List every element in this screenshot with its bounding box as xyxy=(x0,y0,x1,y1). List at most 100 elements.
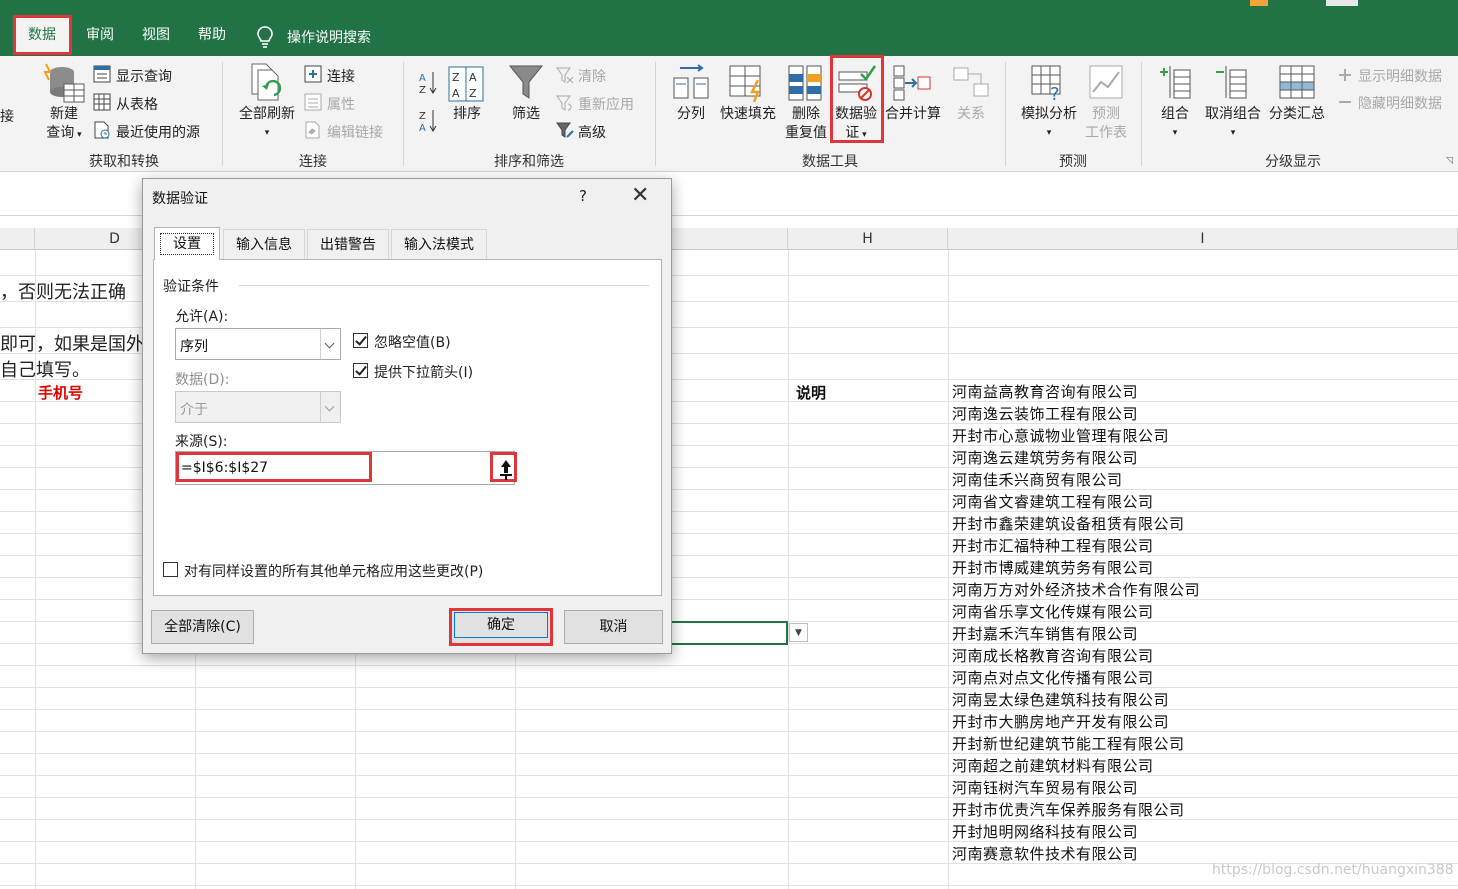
grid-row-line xyxy=(0,797,1458,798)
flash-fill-button[interactable]: 快速填充 xyxy=(718,105,778,124)
tab-settings[interactable]: 设置 xyxy=(154,227,220,260)
edit-links-button[interactable]: 编辑链接 xyxy=(327,122,383,142)
company-cell[interactable]: 开封旭明网络科技有限公司 xyxy=(952,821,1138,842)
company-cell[interactable]: 河南超之前建筑材料有限公司 xyxy=(952,755,1154,776)
sort-button[interactable]: 排序 xyxy=(448,105,486,124)
text-to-columns-icon xyxy=(673,64,709,99)
forecast-sheet-label-1: 预测 xyxy=(1092,106,1120,122)
ungroup-button[interactable]: 取消组合 ▾ xyxy=(1200,105,1266,143)
column-header-i[interactable]: I xyxy=(948,228,1458,250)
clear-button[interactable]: 清除 xyxy=(578,66,606,86)
company-cell[interactable]: 开封市大鹏房地产开发有限公司 xyxy=(952,711,1169,732)
group-button[interactable]: 组合 ▾ xyxy=(1154,105,1196,143)
reapply-icon xyxy=(556,95,572,111)
new-query-button[interactable]: 新建 查询 ▾ xyxy=(42,105,86,145)
company-cell[interactable]: 开封市博威建筑劳务有限公司 xyxy=(952,557,1154,578)
company-cell[interactable]: 开封市心意诚物业管理有限公司 xyxy=(952,425,1169,446)
company-cell[interactable]: 河南逸云装饰工程有限公司 xyxy=(952,403,1138,424)
phone-header: 手机号 xyxy=(38,384,84,402)
tab-data[interactable]: 数据 xyxy=(14,16,70,54)
ignore-blank-checkbox[interactable] xyxy=(353,333,368,348)
tab-review[interactable]: 审阅 xyxy=(78,16,122,54)
ignore-blank-label[interactable]: 忽略空值(B) xyxy=(374,332,451,352)
refresh-all-button[interactable]: 全部刷新 ▾ xyxy=(234,105,300,143)
tell-me-search[interactable]: 操作说明搜索 xyxy=(287,27,371,47)
cell-dropdown-button[interactable]: ▼ xyxy=(789,623,808,642)
sort-icon: Z AA Z xyxy=(448,66,484,102)
company-cell[interactable]: 河南省乐享文化传媒有限公司 xyxy=(952,601,1154,622)
data-validation-button[interactable]: 数据验 证 ▾ xyxy=(831,105,881,145)
company-cell[interactable]: 河南成长格教育咨询有限公司 xyxy=(952,645,1154,666)
tab-view[interactable]: 视图 xyxy=(134,16,178,54)
company-cell[interactable]: 河南省文睿建筑工程有限公司 xyxy=(952,491,1154,512)
collapse-dialog-button[interactable] xyxy=(490,452,517,482)
what-if-analysis-button[interactable]: 模拟分析 ▾ xyxy=(1016,105,1082,143)
ok-button[interactable]: 确定 xyxy=(449,608,553,646)
company-cell[interactable]: 河南赛意软件技术有限公司 xyxy=(952,843,1138,864)
company-cell[interactable]: 开封市汇福特种工程有限公司 xyxy=(952,535,1154,556)
reapply-button[interactable]: 重新应用 xyxy=(578,94,634,114)
forecast-sheet-label-2: 工作表 xyxy=(1085,125,1127,141)
apply-all-checkbox[interactable] xyxy=(163,562,178,577)
close-button[interactable]: ✕ xyxy=(631,183,649,209)
source-input[interactable]: =$I$6:$I$27 xyxy=(175,451,515,485)
connections-button[interactable]: 连接 xyxy=(327,66,355,86)
show-queries-button[interactable]: 显示查询 xyxy=(116,66,172,86)
data-validation-label-1: 数据验 xyxy=(835,106,877,122)
group-separator xyxy=(222,62,223,166)
company-cell[interactable]: 开封市鑫荣建筑设备租赁有限公司 xyxy=(952,513,1185,534)
filter-button[interactable]: 筛选 xyxy=(506,105,546,124)
properties-icon xyxy=(304,93,322,111)
company-cell[interactable]: 河南昱太绿色建筑科技有限公司 xyxy=(952,689,1169,710)
forecast-sheet-button[interactable]: 预测 工作表 xyxy=(1082,105,1130,143)
allow-select[interactable]: 序列 xyxy=(175,328,341,360)
clipped-button-label[interactable]: 接 xyxy=(0,106,14,126)
group-label-outline: 分级显示 xyxy=(1265,154,1321,170)
apply-all-label[interactable]: 对有同样设置的所有其他单元格应用这些更改(P) xyxy=(184,561,483,581)
group-separator xyxy=(655,62,656,166)
company-cell[interactable]: 开封新世纪建筑节能工程有限公司 xyxy=(952,733,1185,754)
company-cell[interactable]: 河南万方对外经济技术合作有限公司 xyxy=(952,579,1200,600)
company-cell[interactable]: 河南钰树汽车贸易有限公司 xyxy=(952,777,1138,798)
tab-help[interactable]: 帮助 xyxy=(190,16,234,54)
company-cell[interactable]: 河南益高教育咨询有限公司 xyxy=(952,381,1138,402)
dialog-launcher-icon[interactable]: ◹ xyxy=(1446,156,1453,166)
cancel-button[interactable]: 取消 xyxy=(564,610,663,644)
subtotal-button[interactable]: 分类汇总 xyxy=(1266,105,1328,124)
group-label-sort-filter: 排序和筛选 xyxy=(494,154,564,170)
data-select[interactable]: 介于 xyxy=(175,391,341,423)
company-cell[interactable]: 开封市优责汽车保养服务有限公司 xyxy=(952,799,1185,820)
company-cell[interactable]: 河南佳禾兴商贸有限公司 xyxy=(952,469,1123,490)
hide-detail-button[interactable]: 隐藏明细数据 xyxy=(1358,93,1442,113)
group-label: 组合 xyxy=(1161,106,1189,122)
forecast-sheet-icon xyxy=(1089,65,1123,99)
from-table-button[interactable]: 从表格 xyxy=(116,94,158,114)
group-label-get-transform: 获取和转换 xyxy=(89,154,159,170)
properties-button[interactable]: 属性 xyxy=(327,94,355,114)
clear-all-button[interactable]: 全部清除(C) xyxy=(151,610,254,644)
tab-error-alert[interactable]: 出错警告 xyxy=(307,229,389,259)
company-cell[interactable]: 河南点对点文化传播有限公司 xyxy=(952,667,1154,688)
column-header[interactable] xyxy=(0,228,35,250)
remove-duplicates-button[interactable]: 删除 重复值 xyxy=(780,105,832,143)
group-separator xyxy=(1005,62,1006,166)
in-cell-dropdown-label[interactable]: 提供下拉箭头(I) xyxy=(374,362,473,382)
consolidate-button[interactable]: 合并计算 xyxy=(882,105,944,124)
tab-ime-mode[interactable]: 输入法模式 xyxy=(391,229,487,259)
recent-sources-button[interactable]: 最近使用的源 xyxy=(116,122,200,142)
connections-icon xyxy=(304,65,322,83)
tab-input-message[interactable]: 输入信息 xyxy=(223,229,305,259)
text-to-columns-button[interactable]: 分列 xyxy=(672,105,710,124)
selected-cell[interactable] xyxy=(670,621,788,645)
in-cell-dropdown-checkbox[interactable] xyxy=(353,363,368,378)
chevron-down-icon xyxy=(320,392,340,422)
help-button[interactable]: ? xyxy=(579,187,587,205)
relationships-button[interactable]: 关系 xyxy=(952,105,990,124)
group-label-data-tools: 数据工具 xyxy=(802,154,858,170)
column-header-h[interactable]: H xyxy=(788,228,948,250)
company-cell[interactable]: 开封嘉禾汽车销售有限公司 xyxy=(952,623,1138,644)
advanced-button[interactable]: 高级 xyxy=(578,122,606,142)
consolidate-icon xyxy=(893,65,931,101)
show-detail-button[interactable]: 显示明细数据 xyxy=(1358,66,1442,86)
company-cell[interactable]: 河南逸云建筑劳务有限公司 xyxy=(952,447,1138,468)
